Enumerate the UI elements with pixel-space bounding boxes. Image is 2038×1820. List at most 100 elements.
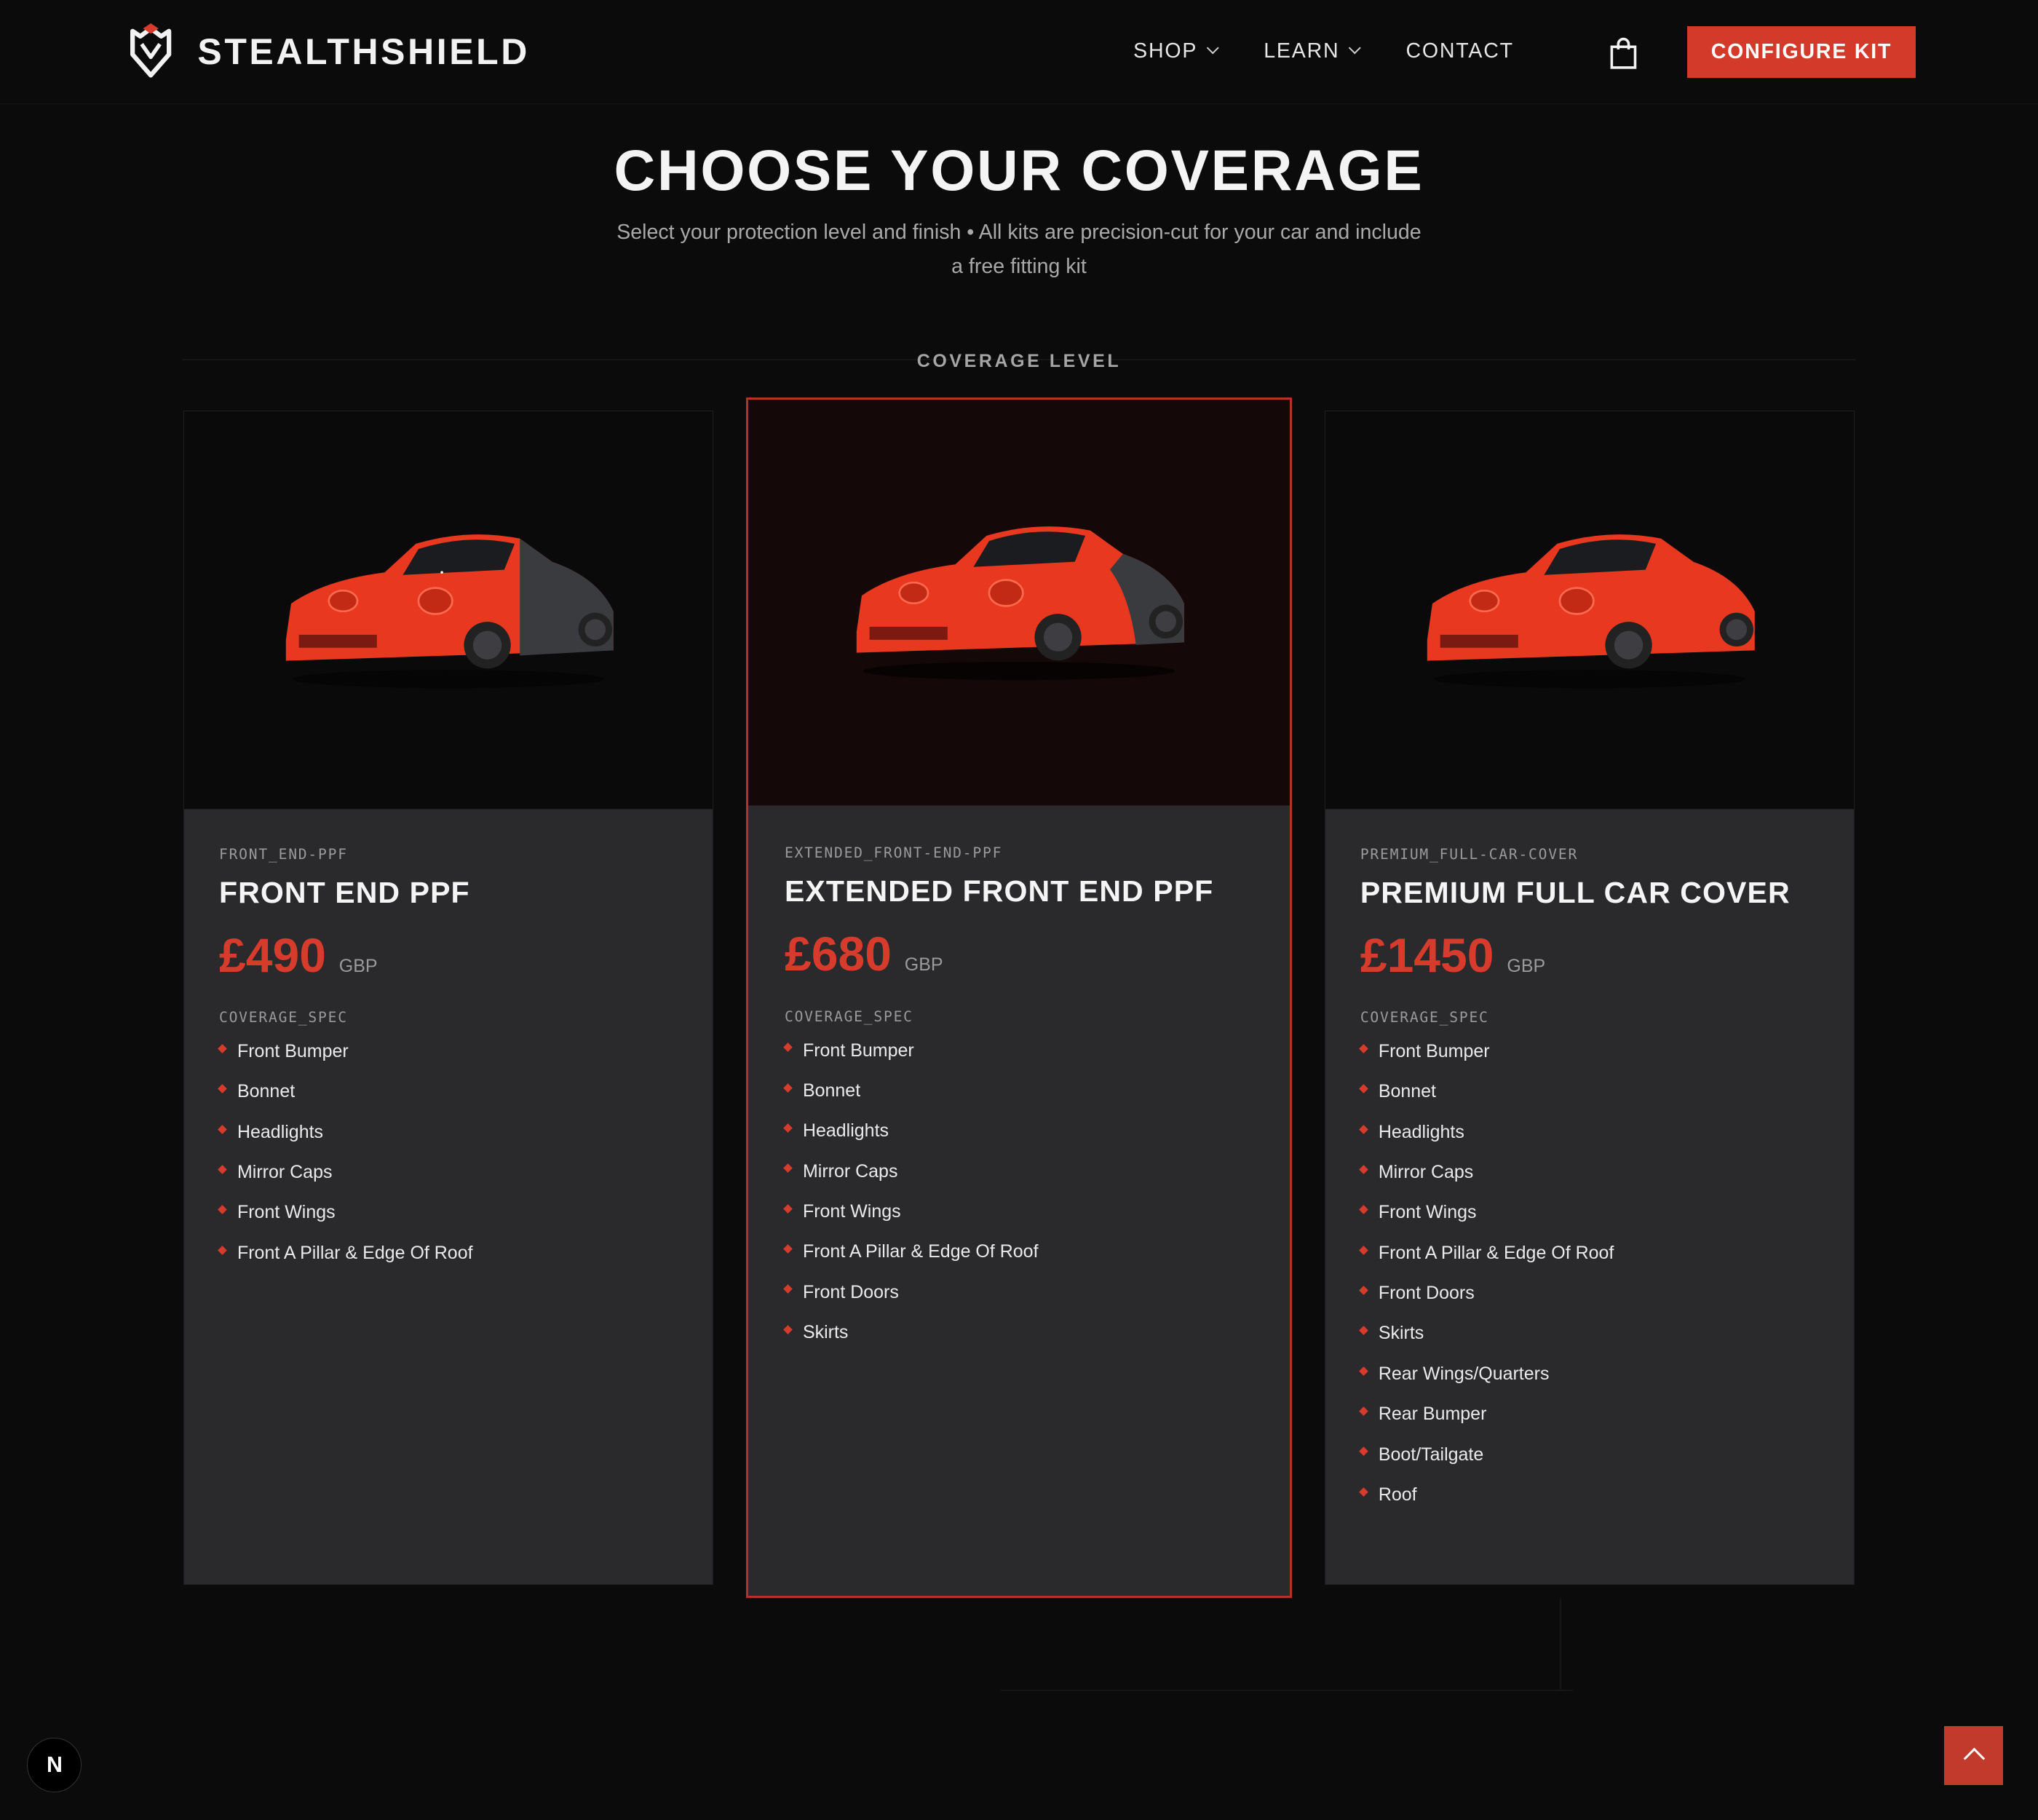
list-item-label: Front Wings <box>237 1202 336 1223</box>
list-item: Mirror Caps <box>1358 1160 1828 1200</box>
list-item-label: Mirror Caps <box>237 1162 333 1183</box>
menu-item-contact[interactable]: CONTACT <box>1405 39 1513 63</box>
list-item: Front A Pillar & Edge Of Roof <box>218 1241 687 1281</box>
list-item: Bonnet <box>218 1079 687 1119</box>
list-item-label: Front A Pillar & Edge Of Roof <box>1378 1242 1614 1263</box>
coverage-card-extended-front-end[interactable]: EXTENDED_FRONT-END-PPF EXTENDED FRONT EN… <box>745 397 1292 1598</box>
list-item: Front Bumper <box>783 1038 1264 1078</box>
price: £1450 <box>1360 928 1494 983</box>
bullet-icon <box>218 1044 227 1053</box>
bullet-icon <box>1358 1366 1368 1376</box>
car-illustration <box>1427 534 1755 689</box>
bullet-icon <box>1358 1286 1368 1295</box>
list-item-label: Rear Bumper <box>1378 1404 1487 1425</box>
devtools-badge[interactable]: N <box>27 1738 82 1793</box>
chevron-down-icon <box>1205 41 1219 55</box>
list-item-label: Bonnet <box>237 1081 296 1102</box>
bullet-icon <box>1358 1245 1368 1255</box>
card-body: FRONT_END-PPF FRONT END PPF £490 GBP COV… <box>218 845 687 1281</box>
coverage-list: Front Bumper Bonnet Headlights Mirror Ca… <box>218 1039 687 1281</box>
list-item-label: Bonnet <box>1378 1081 1436 1102</box>
list-item: Mirror Caps <box>783 1159 1264 1199</box>
list-item-label: Headlights <box>237 1121 324 1142</box>
coverage-spec-label: COVERAGE_SPEC <box>784 1008 913 1025</box>
list-item: Front Doors <box>1358 1281 1828 1321</box>
bullet-icon <box>783 1123 793 1133</box>
bullet-icon <box>1358 1487 1368 1497</box>
bullet-icon <box>1358 1124 1368 1134</box>
top-navigation: STEALTHSHIELD SHOP LEARN CONTACT CONFIGU… <box>0 0 2038 104</box>
list-item-label: Boot/Tailgate <box>1378 1444 1484 1465</box>
card-body: PREMIUM_FULL-CAR-COVER PREMIUM FULL CAR … <box>1358 845 1828 1523</box>
bullet-icon <box>1358 1084 1368 1094</box>
coverage-spec-label: COVERAGE_SPEC <box>218 1009 348 1026</box>
main-menu: SHOP LEARN CONTACT <box>1133 39 1561 63</box>
bullet-icon <box>783 1163 793 1174</box>
list-item-label: Mirror Caps <box>802 1160 898 1182</box>
bullet-icon <box>218 1205 227 1215</box>
list-item: Skirts <box>783 1320 1264 1360</box>
coverage-level-label: COVERAGE LEVEL <box>916 351 1122 372</box>
background-line <box>1559 1599 1561 1690</box>
car-illustration <box>285 534 614 689</box>
card-body: EXTENDED_FRONT-END-PPF EXTENDED FRONT EN… <box>783 844 1264 1361</box>
configure-kit-button[interactable]: CONFIGURE KIT <box>1686 25 1916 79</box>
brand-logo[interactable]: STEALTHSHIELD <box>127 23 530 81</box>
list-item: Roof <box>1358 1482 1828 1522</box>
menu-item-learn[interactable]: LEARN <box>1264 39 1361 63</box>
list-item: Front Doors <box>783 1280 1264 1320</box>
bullet-icon <box>783 1244 793 1254</box>
bullet-icon <box>1358 1406 1368 1416</box>
coverage-spec-label: COVERAGE_SPEC <box>1360 1009 1489 1026</box>
product-code: EXTENDED_FRONT-END-PPF <box>784 844 1003 862</box>
product-code: FRONT_END-PPF <box>218 845 348 863</box>
bullet-icon <box>1358 1165 1368 1174</box>
product-name: EXTENDED FRONT END PPF <box>784 874 1214 908</box>
list-item-label: Front Doors <box>1378 1283 1475 1304</box>
bullet-icon <box>218 1124 227 1134</box>
product-code: PREMIUM_FULL-CAR-COVER <box>1360 845 1579 863</box>
list-item: Front A Pillar & Edge Of Roof <box>783 1239 1264 1279</box>
chevron-down-icon <box>1348 41 1361 55</box>
list-item: Rear Wings/Quarters <box>1358 1361 1828 1401</box>
product-name: PREMIUM FULL CAR COVER <box>1360 875 1791 909</box>
bullet-icon <box>218 1165 227 1174</box>
list-item: Front Wings <box>1358 1200 1828 1240</box>
list-item-label: Front A Pillar & Edge Of Roof <box>237 1242 473 1263</box>
list-item: Front Wings <box>218 1200 687 1240</box>
list-item: Headlights <box>783 1118 1264 1158</box>
brand-name: STEALTHSHIELD <box>197 31 530 73</box>
car-image <box>748 400 1290 806</box>
page-title: CHOOSE YOUR COVERAGE <box>614 138 1424 203</box>
list-item-label: Roof <box>1378 1484 1417 1505</box>
currency: GBP <box>1507 955 1546 976</box>
list-item: Bonnet <box>783 1078 1264 1118</box>
bullet-icon <box>218 1084 227 1094</box>
list-item-label: Front A Pillar & Edge Of Roof <box>802 1241 1039 1262</box>
scroll-to-top-button[interactable] <box>1944 1726 2003 1785</box>
list-item-label: Skirts <box>1378 1323 1424 1344</box>
menu-item-shop[interactable]: SHOP <box>1133 39 1219 63</box>
bullet-icon <box>783 1042 793 1053</box>
price: £490 <box>218 928 326 983</box>
shopping-bag-icon[interactable] <box>1608 36 1639 70</box>
currency: GBP <box>904 954 943 975</box>
coverage-list: Front Bumper Bonnet Headlights Mirror Ca… <box>1358 1039 1828 1522</box>
list-item-label: Bonnet <box>802 1080 861 1101</box>
coverage-card-front-end[interactable]: FRONT_END-PPF FRONT END PPF £490 GBP COV… <box>183 411 714 1585</box>
list-item-label: Front Doors <box>802 1281 899 1302</box>
page: STEALTHSHIELD SHOP LEARN CONTACT CONFIGU… <box>0 0 2038 1820</box>
page-subtitle: Select your protection level and finish … <box>616 221 1422 278</box>
coverage-list: Front Bumper Bonnet Headlights Mirror Ca… <box>783 1038 1264 1361</box>
bullet-icon <box>1358 1044 1368 1053</box>
bullet-icon <box>783 1284 793 1294</box>
list-item-label: Mirror Caps <box>1378 1162 1474 1183</box>
list-item: Front A Pillar & Edge Of Roof <box>1358 1241 1828 1281</box>
bullet-icon <box>218 1245 227 1255</box>
bullet-icon <box>1358 1447 1368 1457</box>
car-illustration <box>856 526 1184 681</box>
list-item-label: Front Wings <box>1378 1202 1477 1223</box>
list-item: Rear Bumper <box>1358 1401 1828 1441</box>
list-item: Boot/Tailgate <box>1358 1442 1828 1482</box>
coverage-card-premium-full[interactable]: PREMIUM_FULL-CAR-COVER PREMIUM FULL CAR … <box>1324 411 1855 1585</box>
